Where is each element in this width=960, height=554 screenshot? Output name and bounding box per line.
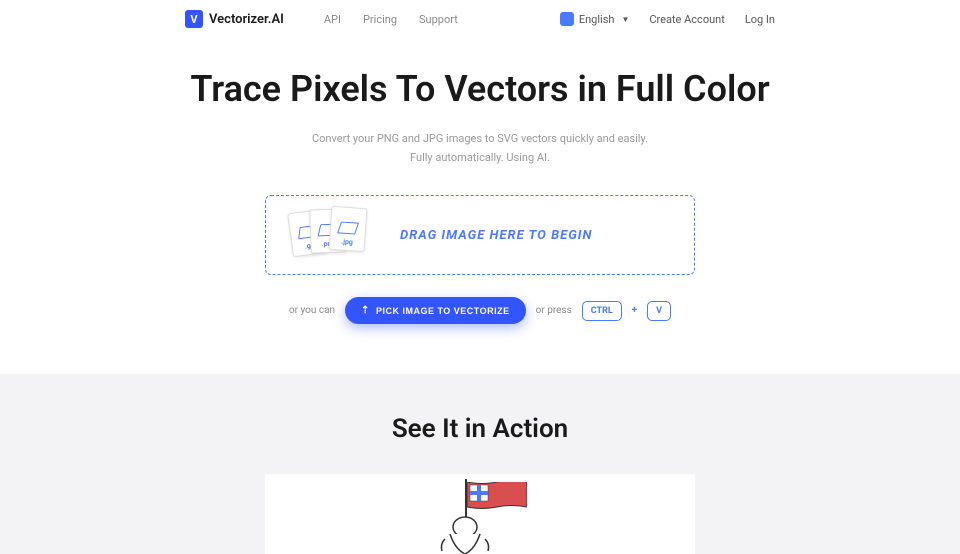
subtitle-2: Fully automatically. Using AI.: [20, 149, 940, 168]
logo-text: Vectorizer.AI: [209, 12, 284, 27]
kbd-ctrl: CTRL: [582, 301, 622, 321]
login-link[interactable]: Log In: [745, 13, 775, 26]
upload-icon: ⇡: [361, 305, 370, 316]
header: V Vectorizer.AI API Pricing Support Engl…: [0, 0, 960, 38]
preview-image: [265, 474, 695, 554]
action-row: or you can ⇡ PICK IMAGE TO VECTORIZE or …: [20, 297, 940, 324]
nav-api[interactable]: API: [324, 13, 341, 26]
or-text-1: or you can: [289, 305, 335, 316]
subtitle-1: Convert your PNG and JPG images to SVG v…: [20, 130, 940, 149]
nav-support[interactable]: Support: [419, 13, 458, 26]
dropzone[interactable]: .gif .png .jpg DRAG IMAGE HERE TO BEGIN: [265, 195, 695, 275]
create-account-link[interactable]: Create Account: [649, 13, 724, 26]
language-label: English: [579, 13, 615, 26]
file-icons: .gif .png .jpg: [290, 207, 370, 263]
language-selector[interactable]: English ▼: [560, 12, 630, 26]
file-icon-jpg: .jpg: [329, 206, 368, 252]
kbd-plus: +: [632, 305, 637, 316]
pick-button-label: PICK IMAGE TO VECTORIZE: [376, 306, 510, 316]
logo[interactable]: V Vectorizer.AI: [185, 10, 284, 28]
kbd-v: V: [647, 301, 671, 321]
section-title: See It in Action: [0, 414, 960, 444]
nav-left: API Pricing Support: [324, 13, 458, 26]
nav-pricing[interactable]: Pricing: [363, 13, 397, 26]
globe-icon: [560, 12, 574, 26]
see-in-action-section: See It in Action: [0, 374, 960, 554]
hero: Trace Pixels To Vectors in Full Color Co…: [0, 38, 960, 374]
figure-illustration: [420, 509, 510, 554]
nav-right: English ▼ Create Account Log In: [560, 12, 775, 26]
or-text-2: or press: [536, 305, 572, 316]
pick-image-button[interactable]: ⇡ PICK IMAGE TO VECTORIZE: [345, 297, 526, 324]
chevron-down-icon: ▼: [621, 15, 629, 24]
page-title: Trace Pixels To Vectors in Full Color: [20, 68, 940, 110]
logo-icon: V: [185, 10, 203, 28]
drag-prompt: DRAG IMAGE HERE TO BEGIN: [400, 228, 592, 243]
